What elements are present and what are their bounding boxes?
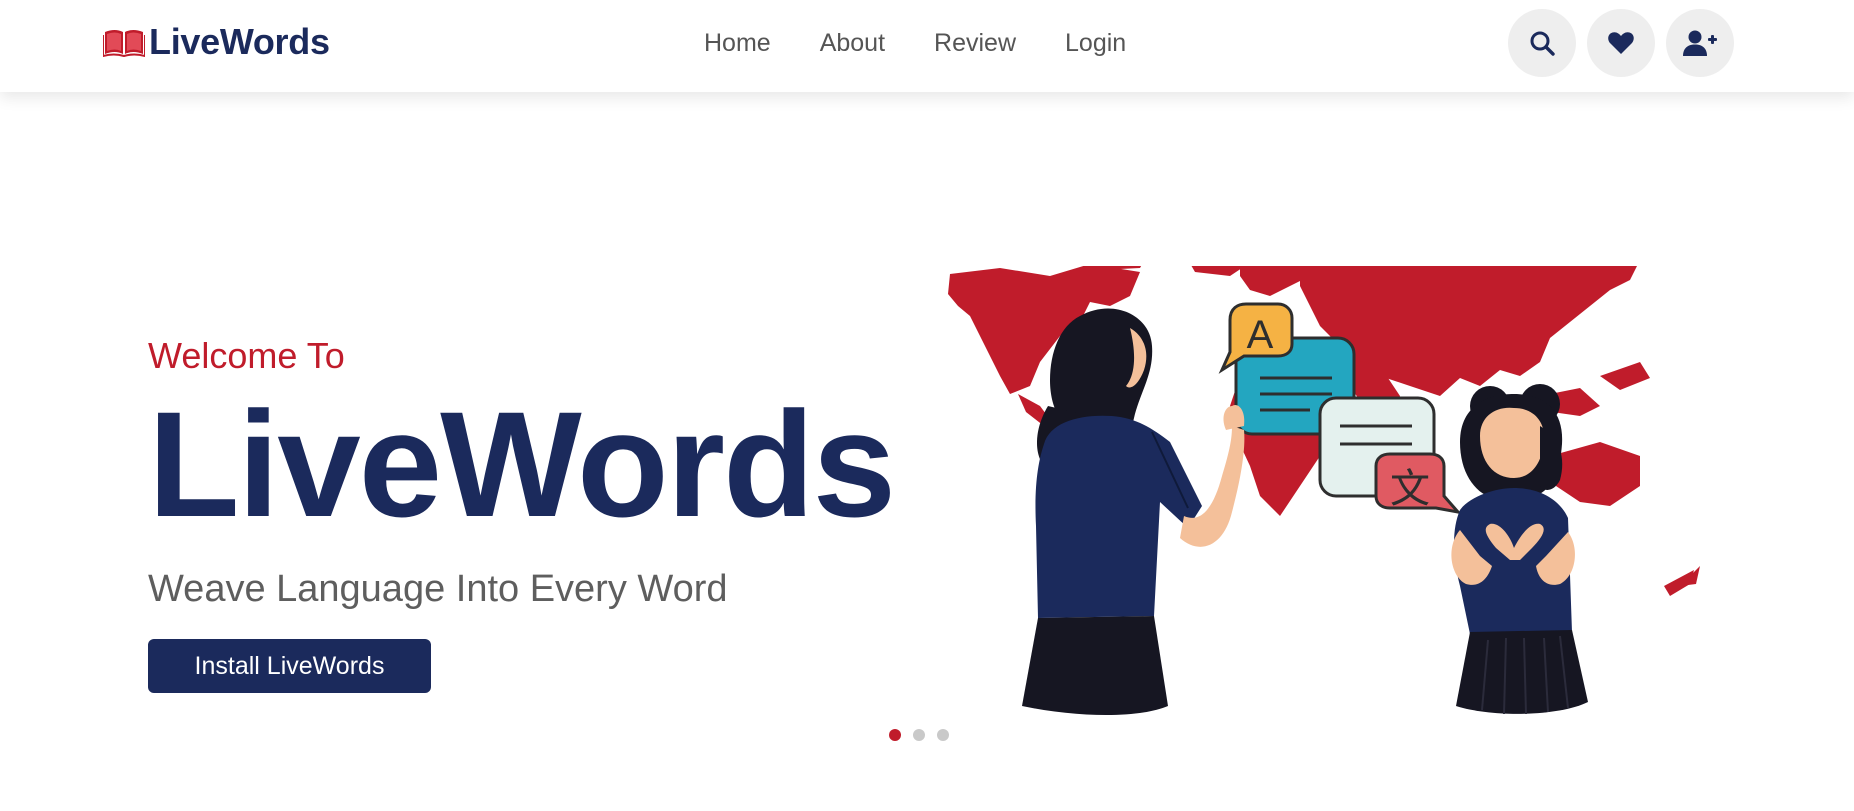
hero-section: Welcome To LiveWords Weave Language Into…: [148, 334, 896, 693]
main-nav: Home About Review Login: [704, 28, 1126, 58]
site-header: LiveWords Home About Review Login: [0, 0, 1854, 92]
woman-speaker: [1022, 308, 1245, 715]
heart-icon: [1608, 32, 1634, 54]
bubble-letter-a: A: [1247, 313, 1274, 357]
carousel-dot-2[interactable]: [913, 729, 925, 741]
search-button[interactable]: [1508, 9, 1576, 77]
favorites-button[interactable]: [1587, 9, 1655, 77]
install-button[interactable]: Install LiveWords: [148, 639, 431, 693]
hero-title: LiveWords: [148, 380, 896, 548]
woman-listener: [1451, 384, 1588, 715]
search-icon: [1530, 31, 1555, 56]
user-plus-icon: [1683, 30, 1717, 56]
brand-name: LiveWords: [149, 21, 330, 62]
bubble-letter-zh: 文: [1390, 466, 1430, 512]
brand-logo[interactable]: LiveWords: [103, 22, 330, 62]
header-actions: [1508, 9, 1734, 77]
open-book-icon: [103, 30, 145, 57]
hero-eyebrow: Welcome To: [148, 335, 345, 376]
nav-about[interactable]: About: [820, 28, 885, 58]
hero-illustration: A 文: [948, 266, 1700, 715]
carousel-dot-1[interactable]: [889, 729, 901, 741]
nav-review[interactable]: Review: [934, 28, 1016, 58]
nav-home[interactable]: Home: [704, 28, 771, 58]
nav-login[interactable]: Login: [1065, 28, 1126, 58]
add-user-button[interactable]: [1666, 9, 1734, 77]
hero-tagline: Weave Language Into Every Word: [148, 568, 728, 610]
